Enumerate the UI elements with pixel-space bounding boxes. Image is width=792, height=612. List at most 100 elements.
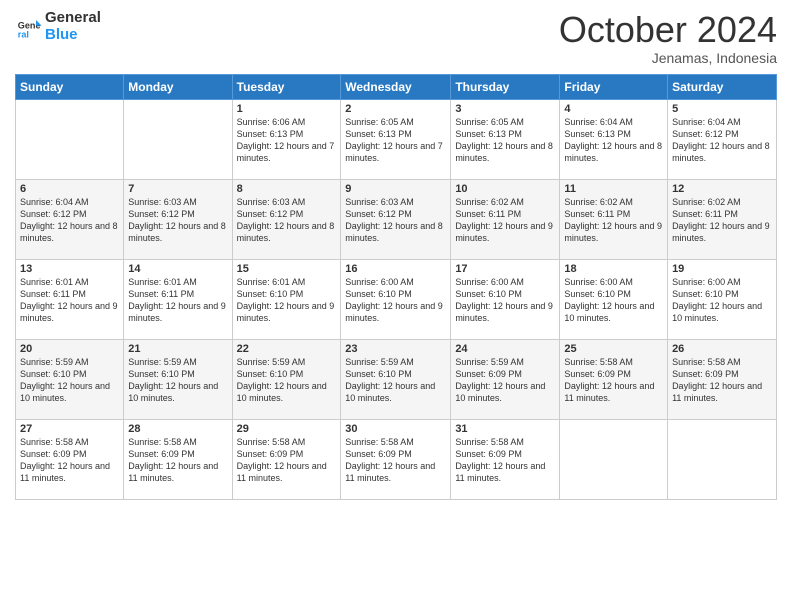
- calendar-day-cell: 4Sunrise: 6:04 AM Sunset: 6:13 PM Daylig…: [560, 99, 668, 179]
- location-subtitle: Jenamas, Indonesia: [559, 50, 777, 66]
- day-info: Sunrise: 6:02 AM Sunset: 6:11 PM Dayligh…: [455, 196, 555, 245]
- day-number: 28: [128, 423, 227, 435]
- calendar-day-cell: 6Sunrise: 6:04 AM Sunset: 6:12 PM Daylig…: [16, 179, 124, 259]
- calendar-day-cell: 9Sunrise: 6:03 AM Sunset: 6:12 PM Daylig…: [341, 179, 451, 259]
- day-info: Sunrise: 6:03 AM Sunset: 6:12 PM Dayligh…: [345, 196, 446, 245]
- day-number: 14: [128, 263, 227, 275]
- day-number: 5: [672, 103, 772, 115]
- calendar-day-cell: 27Sunrise: 5:58 AM Sunset: 6:09 PM Dayli…: [16, 419, 124, 499]
- header: Gene ral General Blue October 2024 Jenam…: [15, 10, 777, 66]
- day-info: Sunrise: 6:04 AM Sunset: 6:13 PM Dayligh…: [564, 116, 663, 165]
- day-number: 29: [237, 423, 337, 435]
- day-info: Sunrise: 5:59 AM Sunset: 6:10 PM Dayligh…: [128, 356, 227, 405]
- weekday-header: Monday: [124, 74, 232, 99]
- day-info: Sunrise: 6:03 AM Sunset: 6:12 PM Dayligh…: [128, 196, 227, 245]
- day-info: Sunrise: 6:05 AM Sunset: 6:13 PM Dayligh…: [455, 116, 555, 165]
- calendar-day-cell: 31Sunrise: 5:58 AM Sunset: 6:09 PM Dayli…: [451, 419, 560, 499]
- day-number: 22: [237, 343, 337, 355]
- day-info: Sunrise: 5:58 AM Sunset: 6:09 PM Dayligh…: [237, 436, 337, 485]
- day-number: 10: [455, 183, 555, 195]
- day-info: Sunrise: 6:00 AM Sunset: 6:10 PM Dayligh…: [345, 276, 446, 325]
- calendar-week-row: 20Sunrise: 5:59 AM Sunset: 6:10 PM Dayli…: [16, 339, 777, 419]
- calendar-day-cell: 12Sunrise: 6:02 AM Sunset: 6:11 PM Dayli…: [668, 179, 777, 259]
- day-number: 8: [237, 183, 337, 195]
- calendar-week-row: 1Sunrise: 6:06 AM Sunset: 6:13 PM Daylig…: [16, 99, 777, 179]
- calendar-day-cell: 26Sunrise: 5:58 AM Sunset: 6:09 PM Dayli…: [668, 339, 777, 419]
- day-number: 2: [345, 103, 446, 115]
- day-info: Sunrise: 6:06 AM Sunset: 6:13 PM Dayligh…: [237, 116, 337, 165]
- logo-icon: Gene ral: [15, 13, 43, 41]
- day-info: Sunrise: 6:00 AM Sunset: 6:10 PM Dayligh…: [672, 276, 772, 325]
- day-info: Sunrise: 6:02 AM Sunset: 6:11 PM Dayligh…: [564, 196, 663, 245]
- calendar-day-cell: 25Sunrise: 5:58 AM Sunset: 6:09 PM Dayli…: [560, 339, 668, 419]
- day-number: 19: [672, 263, 772, 275]
- weekday-header: Friday: [560, 74, 668, 99]
- day-number: 16: [345, 263, 446, 275]
- day-info: Sunrise: 6:01 AM Sunset: 6:11 PM Dayligh…: [20, 276, 119, 325]
- day-number: 24: [455, 343, 555, 355]
- title-block: October 2024 Jenamas, Indonesia: [559, 10, 777, 66]
- calendar-day-cell: 19Sunrise: 6:00 AM Sunset: 6:10 PM Dayli…: [668, 259, 777, 339]
- calendar-day-cell: 17Sunrise: 6:00 AM Sunset: 6:10 PM Dayli…: [451, 259, 560, 339]
- weekday-header: Sunday: [16, 74, 124, 99]
- day-number: 4: [564, 103, 663, 115]
- logo-text: General Blue: [45, 10, 101, 43]
- calendar-day-cell: 14Sunrise: 6:01 AM Sunset: 6:11 PM Dayli…: [124, 259, 232, 339]
- calendar-day-cell: 3Sunrise: 6:05 AM Sunset: 6:13 PM Daylig…: [451, 99, 560, 179]
- day-number: 20: [20, 343, 119, 355]
- day-number: 23: [345, 343, 446, 355]
- day-number: 9: [345, 183, 446, 195]
- day-info: Sunrise: 5:59 AM Sunset: 6:10 PM Dayligh…: [237, 356, 337, 405]
- day-info: Sunrise: 5:58 AM Sunset: 6:09 PM Dayligh…: [564, 356, 663, 405]
- day-info: Sunrise: 6:02 AM Sunset: 6:11 PM Dayligh…: [672, 196, 772, 245]
- day-number: 25: [564, 343, 663, 355]
- day-number: 15: [237, 263, 337, 275]
- calendar-day-cell: 22Sunrise: 5:59 AM Sunset: 6:10 PM Dayli…: [232, 339, 341, 419]
- calendar-day-cell: 7Sunrise: 6:03 AM Sunset: 6:12 PM Daylig…: [124, 179, 232, 259]
- day-number: 3: [455, 103, 555, 115]
- calendar-day-cell: [124, 99, 232, 179]
- weekday-header: Saturday: [668, 74, 777, 99]
- day-number: 7: [128, 183, 227, 195]
- day-info: Sunrise: 5:58 AM Sunset: 6:09 PM Dayligh…: [672, 356, 772, 405]
- day-info: Sunrise: 6:01 AM Sunset: 6:11 PM Dayligh…: [128, 276, 227, 325]
- calendar-day-cell: 21Sunrise: 5:59 AM Sunset: 6:10 PM Dayli…: [124, 339, 232, 419]
- logo: Gene ral General Blue: [15, 10, 101, 43]
- day-number: 31: [455, 423, 555, 435]
- calendar-table: SundayMondayTuesdayWednesdayThursdayFrid…: [15, 74, 777, 500]
- calendar-day-cell: 16Sunrise: 6:00 AM Sunset: 6:10 PM Dayli…: [341, 259, 451, 339]
- svg-text:ral: ral: [18, 29, 29, 39]
- day-info: Sunrise: 5:59 AM Sunset: 6:10 PM Dayligh…: [20, 356, 119, 405]
- day-info: Sunrise: 6:05 AM Sunset: 6:13 PM Dayligh…: [345, 116, 446, 165]
- weekday-header: Wednesday: [341, 74, 451, 99]
- calendar-day-cell: 5Sunrise: 6:04 AM Sunset: 6:12 PM Daylig…: [668, 99, 777, 179]
- day-number: 27: [20, 423, 119, 435]
- day-info: Sunrise: 5:58 AM Sunset: 6:09 PM Dayligh…: [128, 436, 227, 485]
- day-info: Sunrise: 6:00 AM Sunset: 6:10 PM Dayligh…: [564, 276, 663, 325]
- calendar-week-row: 13Sunrise: 6:01 AM Sunset: 6:11 PM Dayli…: [16, 259, 777, 339]
- calendar-day-cell: 1Sunrise: 6:06 AM Sunset: 6:13 PM Daylig…: [232, 99, 341, 179]
- calendar-day-cell: 10Sunrise: 6:02 AM Sunset: 6:11 PM Dayli…: [451, 179, 560, 259]
- calendar-day-cell: 15Sunrise: 6:01 AM Sunset: 6:10 PM Dayli…: [232, 259, 341, 339]
- day-number: 6: [20, 183, 119, 195]
- calendar-day-cell: 18Sunrise: 6:00 AM Sunset: 6:10 PM Dayli…: [560, 259, 668, 339]
- day-number: 26: [672, 343, 772, 355]
- calendar-day-cell: 11Sunrise: 6:02 AM Sunset: 6:11 PM Dayli…: [560, 179, 668, 259]
- day-number: 18: [564, 263, 663, 275]
- day-info: Sunrise: 5:59 AM Sunset: 6:10 PM Dayligh…: [345, 356, 446, 405]
- day-info: Sunrise: 5:58 AM Sunset: 6:09 PM Dayligh…: [455, 436, 555, 485]
- day-number: 1: [237, 103, 337, 115]
- day-info: Sunrise: 5:59 AM Sunset: 6:09 PM Dayligh…: [455, 356, 555, 405]
- day-number: 12: [672, 183, 772, 195]
- calendar-day-cell: 13Sunrise: 6:01 AM Sunset: 6:11 PM Dayli…: [16, 259, 124, 339]
- day-number: 11: [564, 183, 663, 195]
- day-number: 21: [128, 343, 227, 355]
- day-number: 30: [345, 423, 446, 435]
- weekday-header: Thursday: [451, 74, 560, 99]
- calendar-day-cell: 28Sunrise: 5:58 AM Sunset: 6:09 PM Dayli…: [124, 419, 232, 499]
- weekday-header: Tuesday: [232, 74, 341, 99]
- day-info: Sunrise: 6:01 AM Sunset: 6:10 PM Dayligh…: [237, 276, 337, 325]
- day-info: Sunrise: 5:58 AM Sunset: 6:09 PM Dayligh…: [345, 436, 446, 485]
- calendar-day-cell: 24Sunrise: 5:59 AM Sunset: 6:09 PM Dayli…: [451, 339, 560, 419]
- day-info: Sunrise: 6:00 AM Sunset: 6:10 PM Dayligh…: [455, 276, 555, 325]
